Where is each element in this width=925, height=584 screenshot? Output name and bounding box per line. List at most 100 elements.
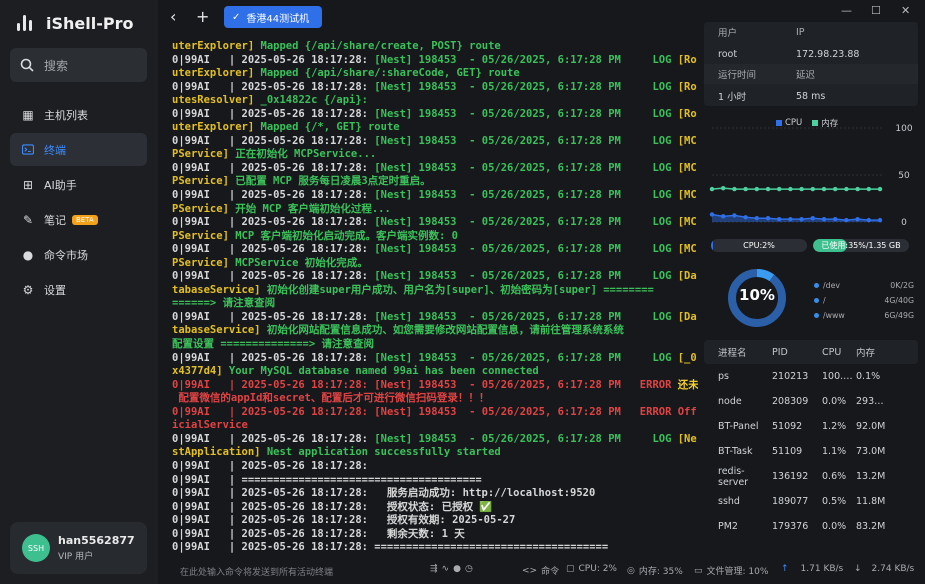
disk-dot	[814, 298, 819, 303]
data-point	[777, 186, 782, 192]
sidebar: iShell-Pro 搜索 ▦ 主机列表 终端 ⊞ AI助手 ✎ 笔记 BETA	[0, 0, 158, 584]
table-row[interactable]: BT-Panel 51092 1.2% 92.0M	[704, 414, 918, 439]
terminal-text: 初始化创建super用户成功、用户名为[super]、初始密码为[super] …	[266, 283, 654, 296]
table-cell: 189077	[772, 496, 809, 507]
table-row[interactable]: BT-Task 51109 1.1% 73.0M	[704, 439, 918, 464]
status-bar: 在此处输入命令将发送到所有活动终端 ⇶ ∿ ● ◷ <> 命令 ▢ CPU: 2…	[158, 556, 925, 584]
terminal-text: x4377d4]	[172, 365, 229, 378]
logo-icon	[16, 12, 38, 34]
terminal-line: 0|99AI | 2025-05-26 18:17:28: 服务启动成功: ht…	[172, 487, 698, 501]
terminal-text: [Da	[677, 310, 697, 323]
terminal-text: 0|99AI | 2025-05-26 18:17:28:	[172, 351, 375, 364]
table-cell: 1.1%	[822, 446, 847, 457]
table-cell: 92.0M	[856, 421, 886, 432]
sidebar-item-notes[interactable]: ✎ 笔记 BETA	[10, 203, 147, 236]
table-cell: 1.2%	[822, 421, 847, 432]
table-row[interactable]: redis-server 136192 0.6% 13.2M	[704, 464, 918, 489]
terminal-text: 0|99AI | 2025-05-26 18:17:28:	[172, 405, 375, 418]
terminal-text: MCP 客户端初始化启动完成。客户端实例数: 0	[235, 229, 458, 242]
file-manager-button[interactable]: ▭ 文件管理: 10%	[694, 564, 768, 578]
terminal-text: Nest application successfully started	[266, 446, 501, 459]
status-tool-icons[interactable]: ⇶ ∿ ● ◷	[430, 564, 473, 574]
data-point	[866, 217, 871, 223]
table-cell: 0.6%	[822, 471, 847, 482]
broadcast-command-input[interactable]: 在此处输入命令将发送到所有活动终端	[180, 565, 333, 578]
sidebar-item-terminal[interactable]: 终端	[10, 133, 147, 166]
tab-hk44[interactable]: ✓ 香港44测试机	[224, 6, 322, 28]
table-cell: sshd	[718, 496, 740, 507]
terminal-text: Off	[677, 405, 697, 418]
table-cell: 208309	[772, 396, 809, 407]
table-cell: BT-Task	[718, 446, 753, 457]
terminal-text: [MC	[677, 243, 697, 256]
table-cell: 73.0M	[856, 446, 886, 457]
terminal-output[interactable]: uterExplorer] Mapped {/api/share/create,…	[172, 40, 698, 560]
terminal-text: [Nest] 198453 - 05/26/2025, 6:17:28 PM L…	[374, 161, 678, 174]
avatar: SSH	[22, 534, 50, 562]
server-info-panel: 用户 IP root 172.98.23.88 运行时间 延迟 1 小时 58 …	[704, 22, 918, 106]
terminal-text: [MC	[677, 216, 697, 229]
server-user: root	[718, 48, 738, 60]
pulse-icon[interactable]: ∿	[442, 564, 450, 574]
table-cell: 0.0%	[822, 396, 847, 407]
mount-usage: 4G/40G	[884, 296, 914, 305]
sidebar-item-label: 主机列表	[44, 108, 88, 122]
process-rows: ps 210213 100.… 0.1% node 208309 0.0% 293… BT-Pa…	[704, 364, 918, 539]
table-cell: 0.0%	[822, 521, 847, 532]
terminal-text: PService]	[172, 202, 236, 215]
terminal-text: 0|99AI | 2025-05-26 18:17:28: 授权状态: 已授权	[172, 500, 480, 513]
terminal-line: PService] 正在初始化 MCPService...	[172, 148, 698, 162]
data-point	[721, 214, 726, 219]
terminal-text: 0|99AI | 2025-05-26 18:17:28:	[172, 459, 368, 472]
sidebar-item-label: 命令市场	[44, 248, 88, 262]
latency-label: 延迟	[796, 70, 816, 81]
user-card[interactable]: SSH han5562877 VIP 用户	[10, 522, 147, 574]
column-header[interactable]: 内存	[856, 345, 906, 359]
terminal-text: [Nest] 198453 - 05/26/2025, 6:17:28 PM L…	[374, 216, 678, 229]
search-input[interactable]: 搜索	[10, 48, 147, 82]
sidebar-item-market[interactable]: ● 命令市场	[10, 238, 147, 271]
close-icon[interactable]: ✕	[901, 4, 910, 17]
terminal-text: utesResolver]	[172, 94, 261, 107]
column-header[interactable]: PID	[772, 347, 822, 358]
bulb-icon[interactable]: ●	[453, 564, 461, 574]
table-row[interactable]: ps 210213 100.… 0.1%	[704, 364, 918, 389]
column-header[interactable]: 进程名	[704, 345, 772, 359]
terminal-text: 0|99AI | 2025-05-26 18:17:28: 服务启动成功: ht…	[172, 487, 596, 500]
arrow-up-icon: ↑	[781, 564, 789, 574]
sidebar-item-settings[interactable]: ⚙ 设置	[10, 273, 147, 306]
disk-mount-row: /dev 0K/2G	[814, 278, 914, 293]
terminal-text: [Ro	[677, 107, 697, 120]
minimize-icon[interactable]: —	[841, 4, 852, 17]
table-row[interactable]: sshd 189077 0.5% 11.8M	[704, 489, 918, 514]
table-cell: ps	[718, 371, 729, 382]
column-header[interactable]: CPU	[822, 347, 856, 358]
sidebar-item-hosts[interactable]: ▦ 主机列表	[10, 98, 147, 131]
terminal-text: 0|99AI | 2025-05-26 18:17:28:	[172, 189, 375, 202]
terminal-text: [Nest] 198453 - 05/26/2025, 6:17:28 PM L…	[374, 351, 678, 364]
terminal-text: [Nest] 198453 - 05/26/2025, 6:17:28 PM L…	[374, 432, 678, 445]
cpu-status-text: CPU: 2%	[578, 564, 617, 574]
data-point	[788, 186, 793, 192]
table-row[interactable]: node 208309 0.0% 293…	[704, 389, 918, 414]
maximize-icon[interactable]: ☐	[871, 4, 881, 17]
terminal-text: [Nest] 198453 - 05/26/2025, 6:17:28 PM E…	[374, 378, 678, 391]
data-point	[810, 186, 815, 192]
add-tab-icon[interactable]: +	[196, 8, 209, 26]
terminal-text: 0|99AI | 2025-05-26 18:17:28:	[172, 107, 375, 120]
terminal-line: 0|99AI | 2025-05-26 18:17:28: [Nest] 198…	[172, 108, 698, 122]
back-chevron-icon[interactable]: ‹	[170, 8, 176, 26]
chip-icon: ▢	[566, 564, 575, 574]
terminal-line: 0|99AI | 2025-05-26 18:17:28: [Nest] 198…	[172, 433, 698, 447]
terminal-text: [Da	[677, 270, 697, 283]
sidebar-nav: ▦ 主机列表 终端 ⊞ AI助手 ✎ 笔记 BETA ● 命令市场 ⚙ 设置	[10, 98, 147, 308]
terminal-text: _0x14822c {/api}:	[260, 94, 368, 107]
command-button[interactable]: <> 命令	[522, 564, 559, 578]
terminal-text: icialService	[172, 419, 248, 432]
terminal-text: ✅	[479, 500, 493, 513]
data-point	[821, 186, 827, 192]
format-icon[interactable]: ⇶	[430, 564, 438, 574]
table-row[interactable]: PM2 179376 0.0% 83.2M	[704, 514, 918, 539]
clock-icon[interactable]: ◷	[465, 564, 473, 574]
sidebar-item-ai[interactable]: ⊞ AI助手	[10, 168, 147, 201]
